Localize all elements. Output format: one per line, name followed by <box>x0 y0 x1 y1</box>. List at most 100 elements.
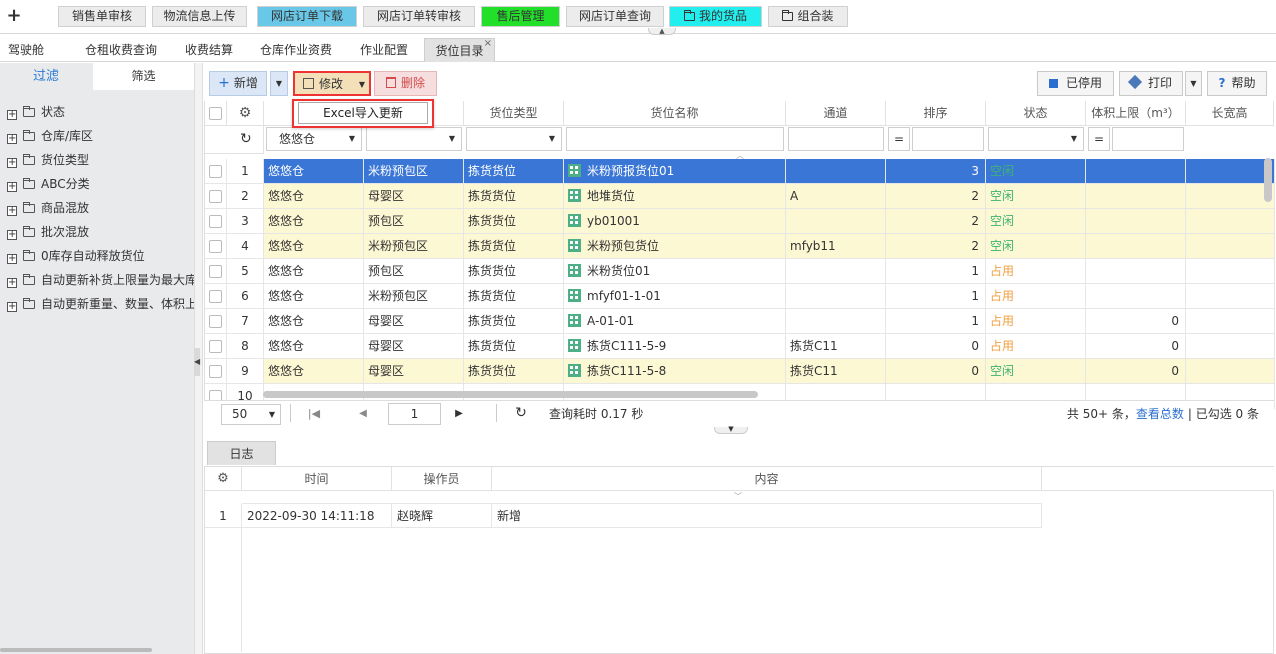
table-row[interactable]: 8 悠悠仓 母婴区 拣货货位 拣货C111-5-9 拣货C11 0 占用 0 <box>205 334 1275 359</box>
filter-select-3[interactable]: ▼ <box>988 127 1084 151</box>
table-row[interactable]: 2 悠悠仓 母婴区 拣货货位 地堆货位 A 2 空闲 <box>205 184 1275 209</box>
name-filter[interactable] <box>566 127 784 151</box>
page-number-input[interactable]: 1 <box>388 403 441 425</box>
warehouse-filter[interactable]: 悠悠仓 ▼ <box>266 127 362 151</box>
tree-item[interactable]: + 自动更新补货上限量为最大库存 <box>7 271 194 289</box>
expand-icon[interactable]: + <box>7 230 17 240</box>
tree-item[interactable]: + 状态 <box>7 103 194 121</box>
quick-tab-5[interactable]: 售后管理 <box>481 6 560 27</box>
excel-import-update-item[interactable]: Excel导入更新 <box>298 102 428 124</box>
tab-filter[interactable]: 过滤 <box>0 63 92 90</box>
tab-screen[interactable]: 筛选 <box>93 63 194 90</box>
expand-icon[interactable]: + <box>7 182 17 192</box>
table-row[interactable]: 1 悠悠仓 米粉预包区 拣货货位 米粉预报货位01 3 空闲 <box>205 159 1275 184</box>
filter-select-1[interactable]: ▼ <box>366 127 462 151</box>
page-size-select[interactable]: 50 ▼ <box>221 404 281 425</box>
expand-icon[interactable]: + <box>7 302 17 312</box>
header-col-7[interactable]: 长宽高 <box>1186 101 1274 126</box>
row-checkbox[interactable] <box>209 340 222 353</box>
table-row[interactable]: 6 悠悠仓 米粉预包区 拣货货位 mfyf01-1-01 1 占用 <box>205 284 1275 309</box>
quick-tab-4[interactable]: 网店订单转审核 <box>363 6 475 27</box>
header-col-2[interactable]: 货位名称 <box>564 101 786 126</box>
expand-icon[interactable]: + <box>7 278 17 288</box>
quick-tab-8[interactable]: 组合装 <box>768 6 848 27</box>
refresh-icon[interactable]: ↻ <box>240 131 252 147</box>
quick-tab-2[interactable]: 物流信息上传 <box>152 6 247 27</box>
header-col-3[interactable]: 通道 <box>786 101 886 126</box>
collapse-bottom-icon[interactable]: ▼ <box>714 426 748 434</box>
expand-icon[interactable]: + <box>7 110 17 120</box>
page-tab-4[interactable]: 仓库作业资费 <box>255 38 337 62</box>
filter-select-2[interactable]: ▼ <box>466 127 562 151</box>
print-dropdown-button[interactable]: ▼ <box>1185 71 1202 96</box>
delete-button[interactable]: 删除 <box>374 71 437 96</box>
header-col-5[interactable]: 状态 <box>986 101 1086 126</box>
page-tab-2[interactable]: 仓租收费查询 <box>82 38 160 62</box>
next-page-icon[interactable]: ▶ <box>452 405 466 423</box>
page-tab-3[interactable]: 收费结算 <box>180 38 238 62</box>
log-header-2[interactable]: 操作员 <box>392 467 492 491</box>
grid-hscrollbar[interactable] <box>263 391 758 398</box>
table-row[interactable]: 4 悠悠仓 米粉预包区 拣货货位 米粉预包货位 mfyb11 2 空闲 <box>205 234 1275 259</box>
quick-tab-7[interactable]: 我的货品 <box>669 6 762 27</box>
table-row[interactable]: 9 悠悠仓 母婴区 拣货货位 拣货C111-5-8 拣货C11 0 空闲 0 <box>205 359 1275 384</box>
log-header-3[interactable]: 内容 <box>492 467 1042 491</box>
print-button[interactable]: 打印 <box>1119 71 1183 96</box>
quick-tab-6[interactable]: 网店订单查询 <box>566 6 664 27</box>
page-tab-5[interactable]: 作业配置 <box>356 38 412 62</box>
settings-icon[interactable]: ⚙ <box>227 101 264 126</box>
grid-vscrollbar[interactable] <box>1264 158 1272 202</box>
collapse-top-icon[interactable]: ▲ <box>648 28 676 35</box>
view-total-link[interactable]: 查看总数 <box>1136 407 1184 421</box>
tree-item[interactable]: + 仓库/库区 <box>7 127 194 145</box>
tab-log[interactable]: 日志 <box>207 441 276 465</box>
row-checkbox[interactable] <box>209 365 222 378</box>
close-icon[interactable]: × <box>484 32 492 56</box>
help-button[interactable]: ? 帮助 <box>1207 71 1267 96</box>
header-col-1[interactable]: 货位类型 <box>464 101 564 126</box>
row-checkbox[interactable] <box>209 290 222 303</box>
header-col-4[interactable]: 排序 <box>886 101 986 126</box>
tree-item[interactable]: + 批次混放 <box>7 223 194 241</box>
left-scrollbar[interactable] <box>0 648 152 652</box>
quick-tab-3[interactable]: 网店订单下载 <box>257 6 357 27</box>
table-row[interactable]: 5 悠悠仓 预包区 拣货货位 米粉货位01 1 占用 <box>205 259 1275 284</box>
add-icon[interactable]: + <box>6 7 22 25</box>
quick-tab-1[interactable]: 销售单审核 <box>58 6 146 27</box>
row-checkbox[interactable] <box>209 315 222 328</box>
log-header-1[interactable]: 时间 <box>242 467 392 491</box>
num-filter-2[interactable] <box>1112 127 1184 151</box>
num-filter-1[interactable] <box>912 127 984 151</box>
eq-operator[interactable]: = <box>1088 127 1110 151</box>
expand-icon[interactable]: + <box>7 158 17 168</box>
page-tab-1[interactable]: 驾驶舱 <box>0 38 52 62</box>
tree-item[interactable]: + 货位类型 <box>7 151 194 169</box>
log-settings-icon[interactable]: ⚙ <box>205 467 242 491</box>
refresh-icon[interactable]: ↻ <box>513 404 529 422</box>
page-tab-6[interactable]: 货位目录 × <box>424 38 495 62</box>
row-checkbox[interactable] <box>209 265 222 278</box>
new-dropdown-button[interactable]: ▼ <box>270 71 288 96</box>
new-button[interactable]: + 新增 <box>209 71 267 96</box>
tree-item[interactable]: + 商品混放 <box>7 199 194 217</box>
header-col-6[interactable]: 体积上限（m³） <box>1086 101 1186 126</box>
disabled-button[interactable]: 已停用 <box>1037 71 1114 96</box>
tree-item[interactable]: + 自动更新重量、数量、体积上限 <box>7 295 194 313</box>
edit-button[interactable]: 修改 ▼ <box>293 71 371 96</box>
prev-page-icon[interactable]: ◀ <box>356 405 370 423</box>
row-checkbox[interactable] <box>209 190 222 203</box>
table-row[interactable]: 7 悠悠仓 母婴区 拣货货位 A-01-01 1 占用 0 <box>205 309 1275 334</box>
expand-icon[interactable]: + <box>7 254 17 264</box>
select-all-checkbox[interactable] <box>209 107 222 120</box>
row-checkbox[interactable] <box>209 165 222 178</box>
aisle-filter[interactable] <box>788 127 884 151</box>
collapse-left-icon[interactable]: ◀ <box>194 348 200 376</box>
expand-icon[interactable]: + <box>7 134 17 144</box>
expand-icon[interactable]: + <box>7 206 17 216</box>
tree-item[interactable]: + ABC分类 <box>7 175 194 193</box>
table-row[interactable]: 3 悠悠仓 预包区 拣货货位 yb01001 2 空闲 <box>205 209 1275 234</box>
first-page-icon[interactable]: |◀ <box>305 405 323 423</box>
eq-operator[interactable]: = <box>888 127 910 151</box>
tree-item[interactable]: +0库存自动释放货位 <box>7 247 194 265</box>
row-checkbox[interactable] <box>209 240 222 253</box>
